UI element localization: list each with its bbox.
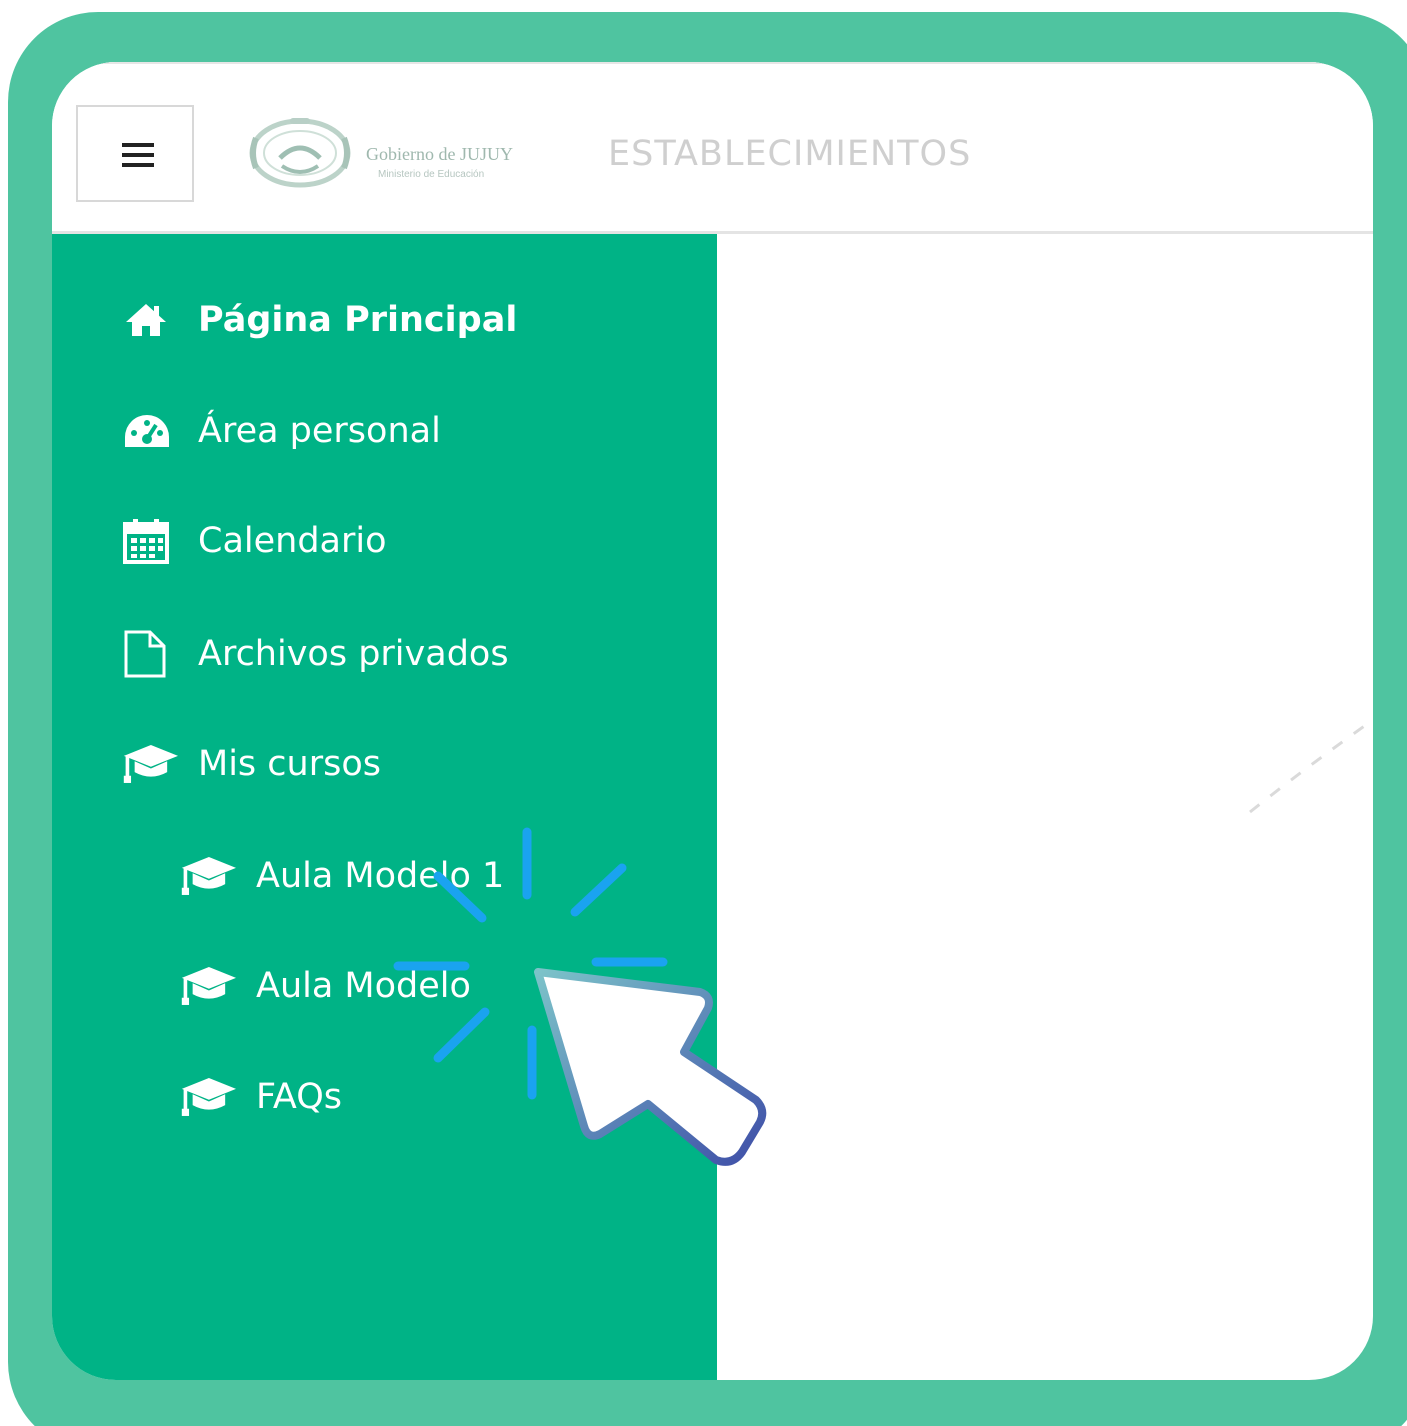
sidebar-item-label: Archivos privados [198,634,509,674]
sidebar-item-label: Página Principal [198,300,518,340]
logo-subtext: Ministerio de Educación [378,169,485,180]
dashboard-icon [122,409,178,453]
sidebar-item-label: Aula Modelo [256,966,471,1006]
menu-toggle-button[interactable] [76,105,194,202]
sidebar-item-archivos-privados[interactable]: Archivos privados [122,630,509,678]
sidebar-item-area-personal[interactable]: Área personal [122,409,441,453]
decorative-dashes [1249,720,1371,814]
hamburger-icon [122,143,154,167]
site-logo[interactable]: Gobierno de JUJUY Ministerio de Educació… [242,108,552,198]
sidebar-item-label: Calendario [198,521,387,561]
graduation-cap-icon [180,1075,236,1119]
sidebar-item-mis-cursos[interactable]: Mis cursos [122,742,381,786]
home-icon [122,298,178,342]
graduation-cap-icon [180,964,236,1008]
sidebar-item-label: Aula Modelo 1 [256,856,505,896]
sidebar-item-label: Área personal [198,411,441,451]
sidebar-item-calendario[interactable]: Calendario [122,519,387,564]
logo-emblem-icon [249,118,351,188]
sidebar-nav: Página Principal Área personal Calendari… [52,234,717,1380]
sidebar-item-label: Mis cursos [198,744,381,784]
sidebar-item-faqs[interactable]: FAQs [180,1075,342,1119]
file-icon [122,630,178,678]
graduation-cap-icon [180,854,236,898]
top-navbar: Gobierno de JUJUY Ministerio de Educació… [52,62,1373,234]
graduation-cap-icon [122,742,178,786]
site-title[interactable]: ESTABLECIMIENTOS [608,134,971,174]
app-screen: Gobierno de JUJUY Ministerio de Educació… [52,62,1373,1380]
sidebar-item-label: FAQs [256,1077,343,1117]
sidebar-item-aula-modelo-1[interactable]: Aula Modelo 1 [180,854,504,898]
sidebar-item-pagina-principal[interactable]: Página Principal [122,298,517,342]
logo-text: Gobierno de JUJUY [366,144,513,164]
calendar-icon [122,519,178,564]
sidebar-item-aula-modelo[interactable]: Aula Modelo [180,964,471,1008]
